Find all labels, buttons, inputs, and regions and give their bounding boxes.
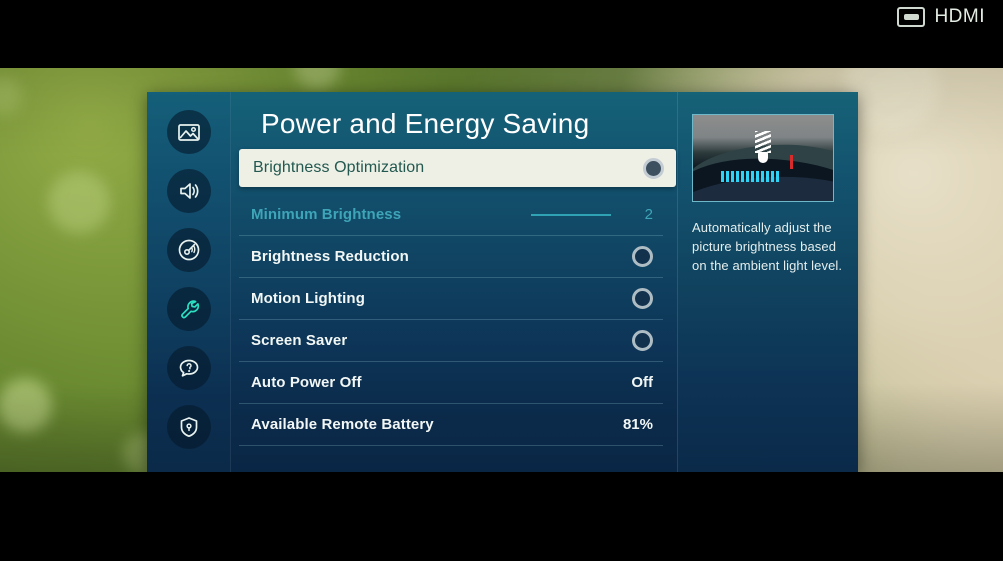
row-label: Brightness Reduction bbox=[251, 248, 409, 265]
row-brightness-reduction[interactable]: Brightness Reduction bbox=[239, 236, 663, 278]
row-value: Off bbox=[631, 374, 653, 391]
info-description: Automatically adjust the picture brightn… bbox=[692, 220, 843, 273]
row-value: 81% bbox=[622, 416, 653, 433]
brightness-slider[interactable] bbox=[530, 213, 611, 216]
row-motion-lighting[interactable]: Motion Lighting bbox=[239, 278, 663, 320]
toggle-icon[interactable] bbox=[632, 288, 653, 309]
toggle-icon[interactable] bbox=[632, 246, 653, 267]
sidebar-item-general[interactable] bbox=[166, 287, 211, 331]
row-label: Minimum Brightness bbox=[251, 206, 402, 223]
settings-info-panel: Automatically adjust the picture brightn… bbox=[678, 92, 858, 472]
toggle-icon[interactable] bbox=[643, 157, 664, 179]
hdmi-port-icon bbox=[897, 7, 926, 27]
row-label: Auto Power Off bbox=[251, 374, 362, 391]
row-label: Motion Lighting bbox=[251, 290, 365, 307]
preview-red-marker bbox=[790, 155, 793, 169]
row-label: Screen Saver bbox=[251, 332, 348, 349]
toggle-icon[interactable] bbox=[632, 330, 653, 351]
letterbox-top bbox=[0, 0, 1003, 68]
row-auto-power-off[interactable]: Auto Power Off Off bbox=[239, 362, 663, 404]
tv-screen: HDMI Power and Energy Saving Brightness … bbox=[0, 0, 1003, 561]
letterbox-bottom bbox=[0, 472, 1003, 561]
row-value: 2 bbox=[644, 206, 653, 223]
sidebar-item-sound[interactable] bbox=[166, 169, 211, 213]
row-label: Brightness Optimization bbox=[253, 159, 425, 176]
sidebar-item-picture[interactable] bbox=[166, 110, 211, 154]
row-label: Available Remote Battery bbox=[251, 416, 434, 433]
page-title: Power and Energy Saving bbox=[261, 108, 590, 139]
cfl-bulb-icon bbox=[753, 131, 773, 165]
sidebar-item-broadcasting[interactable] bbox=[166, 228, 211, 272]
source-label: HDMI bbox=[934, 6, 985, 27]
sidebar-item-privacy[interactable] bbox=[166, 405, 211, 449]
settings-list-panel: Power and Energy Saving Brightness Optim… bbox=[231, 92, 678, 472]
preview-thumbnail bbox=[692, 114, 834, 202]
settings-sidebar bbox=[147, 92, 231, 472]
row-minimum-brightness[interactable]: Minimum Brightness 2 bbox=[239, 194, 663, 236]
row-available-remote-battery[interactable]: Available Remote Battery 81% bbox=[239, 404, 663, 446]
source-indicator: HDMI bbox=[897, 6, 985, 28]
settings-menu-overlay: Power and Energy Saving Brightness Optim… bbox=[147, 92, 858, 472]
settings-rows: Minimum Brightness 2 Brightness Reductio… bbox=[239, 194, 663, 446]
sidebar-item-support[interactable] bbox=[166, 346, 211, 390]
preview-level-bars bbox=[721, 171, 779, 182]
row-brightness-optimization[interactable]: Brightness Optimization bbox=[239, 149, 676, 187]
row-screen-saver[interactable]: Screen Saver bbox=[239, 320, 663, 362]
